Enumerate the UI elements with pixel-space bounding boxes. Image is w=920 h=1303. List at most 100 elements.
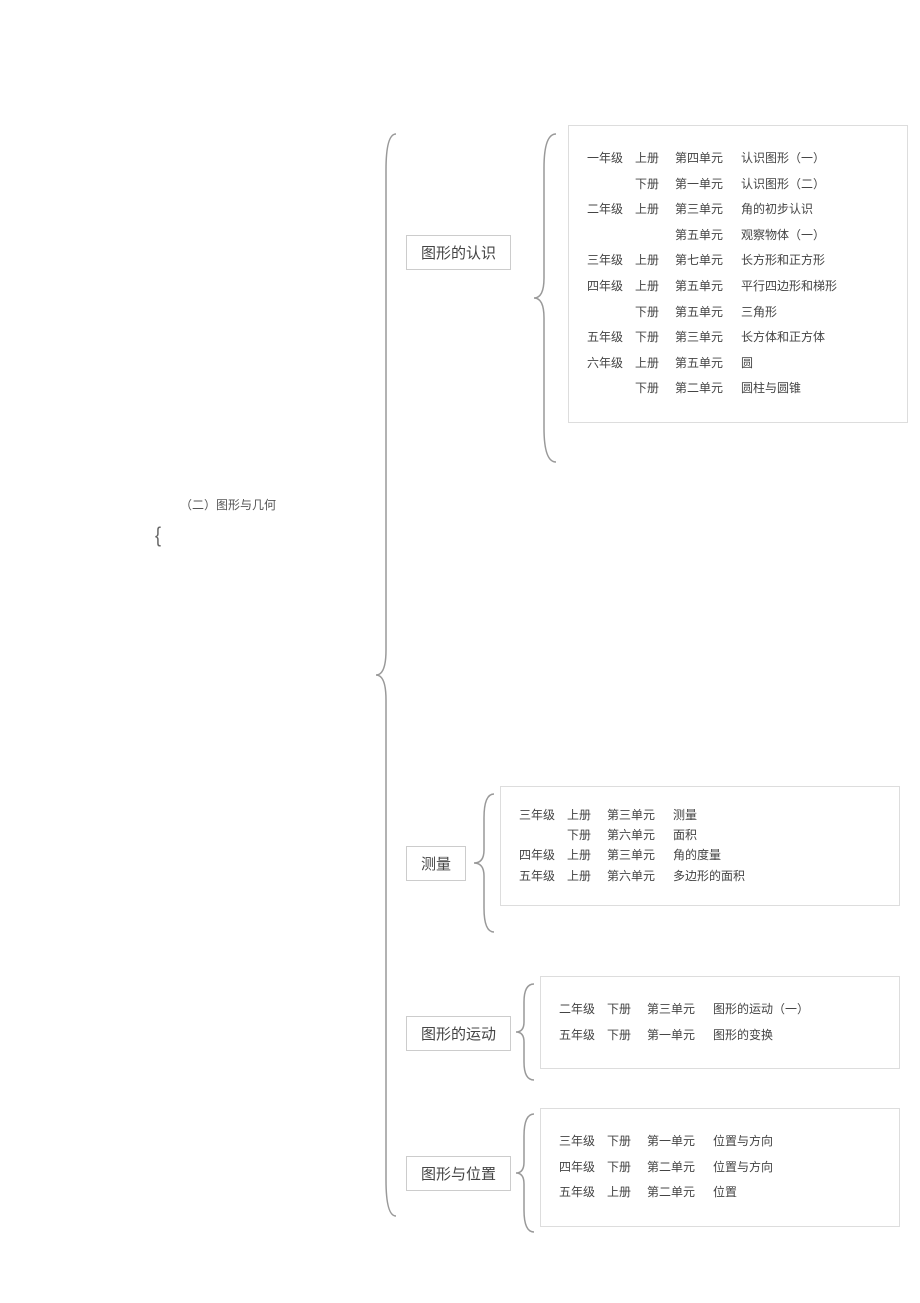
category-measurement-label: 测量	[421, 856, 451, 873]
content-row: 五年级下册第三单元长方体和正方体	[587, 327, 887, 349]
cell-grade	[587, 174, 635, 196]
cell-volume: 下册	[607, 1025, 647, 1047]
content-row: 下册第五单元三角形	[587, 302, 887, 324]
content-row: 一年级上册第四单元认识图形（一）	[587, 148, 887, 170]
cell-volume: 下册	[635, 302, 675, 324]
cell-volume: 下册	[607, 1157, 647, 1179]
bracket-motion-icon	[512, 978, 538, 1086]
main-bracket-icon	[372, 130, 400, 1220]
cell-grade: 二年级	[559, 999, 607, 1021]
cell-unit: 第四单元	[675, 148, 741, 170]
bracket-recognition-icon	[530, 128, 560, 468]
cell-unit: 第一单元	[647, 1025, 713, 1047]
panel-measurement: 三年级上册第三单元测量下册第六单元面积四年级上册第三单元角的度量五年级上册第六单…	[500, 786, 900, 906]
cell-topic: 测量	[673, 806, 879, 825]
panel-recognition: 一年级上册第四单元认识图形（一）下册第一单元认识图形（二）二年级上册第三单元角的…	[568, 125, 908, 423]
bracket-measurement-icon	[470, 788, 498, 938]
cell-unit: 第三单元	[675, 327, 741, 349]
cell-topic: 平行四边形和梯形	[741, 276, 887, 298]
cell-grade: 四年级	[559, 1157, 607, 1179]
content-row: 六年级上册第五单元圆	[587, 353, 887, 375]
cell-unit: 第七单元	[675, 250, 741, 272]
category-recognition: 图形的认识	[406, 235, 511, 270]
panel-position: 三年级下册第一单元位置与方向四年级下册第二单元位置与方向五年级上册第二单元位置	[540, 1108, 900, 1227]
cell-topic: 图形的变换	[713, 1025, 879, 1047]
cell-grade: 五年级	[587, 327, 635, 349]
bracket-position-icon	[512, 1108, 538, 1238]
cell-volume: 下册	[607, 999, 647, 1021]
cell-topic: 角的度量	[673, 846, 879, 865]
cell-grade: 三年级	[519, 806, 567, 825]
cell-grade: 四年级	[519, 846, 567, 865]
content-row: 三年级下册第一单元位置与方向	[559, 1131, 879, 1153]
cell-topic: 长方形和正方形	[741, 250, 887, 272]
cell-unit: 第二单元	[647, 1182, 713, 1204]
cell-unit: 第五单元	[675, 302, 741, 324]
cell-unit: 第三单元	[607, 806, 673, 825]
panel-motion: 二年级下册第三单元图形的运动（一） 五年级下册第一单元图形的变换	[540, 976, 900, 1069]
content-row: 下册第一单元认识图形（二）	[587, 174, 887, 196]
cell-topic: 三角形	[741, 302, 887, 324]
category-position-label: 图形与位置	[421, 1166, 496, 1183]
cell-volume: 下册	[635, 327, 675, 349]
cell-unit: 第二单元	[647, 1157, 713, 1179]
cell-volume: 下册	[607, 1131, 647, 1153]
cell-topic: 位置与方向	[713, 1157, 879, 1179]
cell-grade	[587, 302, 635, 324]
cell-grade: 三年级	[559, 1131, 607, 1153]
content-row: 五年级下册第一单元图形的变换	[559, 1025, 879, 1047]
cell-volume: 上册	[567, 846, 607, 865]
cell-grade: 四年级	[587, 276, 635, 298]
content-row: 四年级下册第二单元位置与方向	[559, 1157, 879, 1179]
content-row: 五年级上册第六单元多边形的面积	[519, 867, 879, 886]
cell-grade: 二年级	[587, 199, 635, 221]
cell-unit: 第二单元	[675, 378, 741, 400]
category-motion-label: 图形的运动	[421, 1026, 496, 1043]
cell-unit: 第一单元	[675, 174, 741, 196]
category-measurement: 测量	[406, 846, 466, 881]
cell-unit: 第六单元	[607, 826, 673, 845]
cell-unit: 第一单元	[647, 1131, 713, 1153]
cell-grade	[519, 826, 567, 845]
cell-topic: 长方体和正方体	[741, 327, 887, 349]
cell-unit: 第三单元	[675, 199, 741, 221]
cell-topic: 认识图形（二）	[741, 174, 887, 196]
content-row: 下册第六单元面积	[519, 826, 879, 845]
content-row: 四年级上册第五单元平行四边形和梯形	[587, 276, 887, 298]
cell-volume: 下册	[567, 826, 607, 845]
cell-grade: 五年级	[519, 867, 567, 886]
cell-unit: 第五单元	[675, 276, 741, 298]
cell-volume: 上册	[635, 353, 675, 375]
cell-unit: 第三单元	[647, 999, 713, 1021]
cell-grade	[587, 378, 635, 400]
cell-volume: 上册	[635, 250, 675, 272]
root-label: （二）图形与几何	[180, 496, 276, 513]
cell-topic: 圆	[741, 353, 887, 375]
cell-volume: 下册	[635, 174, 675, 196]
cell-grade: 五年级	[559, 1182, 607, 1204]
cell-volume	[635, 225, 675, 247]
tiny-bracket-icon: {	[155, 523, 161, 548]
content-row: 三年级上册第七单元长方形和正方形	[587, 250, 887, 272]
content-row: 二年级下册第三单元图形的运动（一）	[559, 999, 879, 1021]
cell-topic: 角的初步认识	[741, 199, 887, 221]
cell-grade	[587, 225, 635, 247]
cell-topic: 面积	[673, 826, 879, 845]
cell-volume: 上册	[635, 148, 675, 170]
cell-unit: 第五单元	[675, 225, 741, 247]
content-row: 五年级上册第二单元位置	[559, 1182, 879, 1204]
cell-topic: 图形的运动（一）	[713, 999, 879, 1021]
category-position: 图形与位置	[406, 1156, 511, 1191]
cell-grade: 三年级	[587, 250, 635, 272]
cell-volume: 上册	[635, 276, 675, 298]
cell-unit: 第三单元	[607, 846, 673, 865]
cell-topic: 认识图形（一）	[741, 148, 887, 170]
content-row: 第五单元观察物体（一）	[587, 225, 887, 247]
category-recognition-label: 图形的认识	[421, 245, 496, 262]
cell-grade: 五年级	[559, 1025, 607, 1047]
content-row: 四年级上册第三单元角的度量	[519, 846, 879, 865]
cell-unit: 第六单元	[607, 867, 673, 886]
content-row: 三年级上册第三单元测量	[519, 806, 879, 825]
cell-topic: 位置与方向	[713, 1131, 879, 1153]
cell-grade: 一年级	[587, 148, 635, 170]
